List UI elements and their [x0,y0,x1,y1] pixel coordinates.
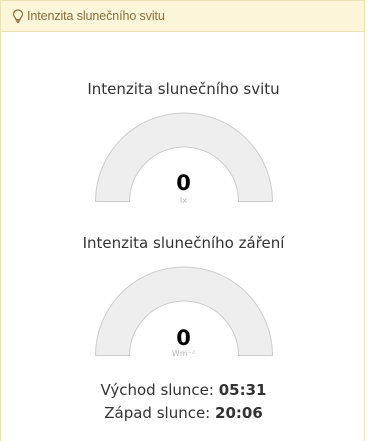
sunrise-time: 05:31 [218,381,267,399]
gauge-unit-radiation: Wm⁻² [171,349,196,358]
lightbulb-icon [12,9,24,23]
gauge-title-sunshine: Intenzita slunečního svitu [87,80,280,98]
sunrise-label: Východ slunce: [100,381,214,399]
gauge-unit-sunshine: lx [180,196,187,205]
gauge-value-radiation: 0 [176,326,191,350]
sunrise-row: Východ slunce: 05:31 [1,381,366,399]
sunset-row: Západ slunce: 20:06 [1,404,366,422]
sunlight-panel: Intenzita slunečního svitu Intenzita slu… [0,0,365,441]
panel-title: Intenzita slunečního svitu [27,9,165,23]
gauge-value-sunshine: 0 [176,171,191,195]
sunset-label: Západ slunce: [104,404,211,422]
gauge-title-radiation: Intenzita slunečního záření [82,234,285,252]
sunset-time: 20:06 [215,404,263,422]
panel-heading: Intenzita slunečního svitu [1,1,364,32]
